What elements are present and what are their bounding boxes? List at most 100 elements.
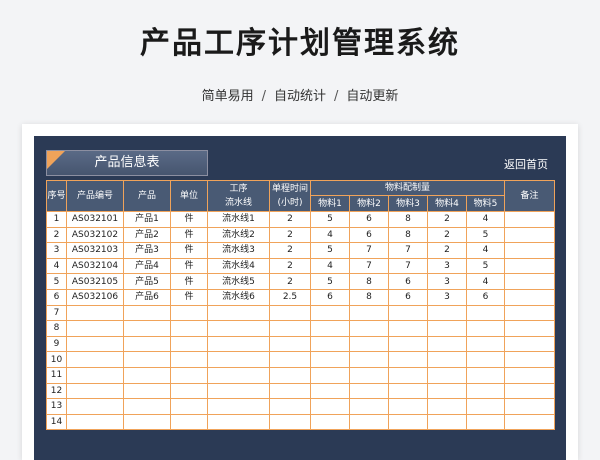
cell-material-5[interactable] (466, 366, 505, 384)
cell-material-1[interactable]: 4 (310, 257, 350, 275)
cell-remark[interactable] (504, 211, 555, 228)
cell-unit[interactable] (170, 351, 208, 368)
cell-unit[interactable] (170, 382, 208, 400)
cell-material-4[interactable] (427, 366, 467, 384)
cell-material-3[interactable] (388, 351, 428, 368)
cell-material-4[interactable] (427, 382, 467, 400)
cell-time[interactable] (269, 320, 311, 337)
cell-unit[interactable] (170, 398, 208, 415)
cell-remark[interactable] (504, 413, 555, 431)
cell-material-5[interactable]: 5 (466, 226, 505, 244)
cell-process[interactable] (207, 398, 270, 415)
cell-product-code[interactable]: AS032103 (66, 242, 124, 259)
cell-seq[interactable]: 12 (46, 382, 67, 400)
cell-product[interactable] (123, 382, 171, 400)
cell-material-5[interactable]: 4 (466, 242, 505, 259)
cell-unit[interactable]: 件 (170, 226, 208, 244)
cell-material-4[interactable]: 2 (427, 226, 467, 244)
back-to-home-link[interactable]: 返回首页 (504, 156, 548, 172)
cell-product[interactable] (123, 304, 171, 322)
cell-unit[interactable] (170, 366, 208, 384)
cell-material-3[interactable] (388, 335, 428, 353)
cell-material-1[interactable]: 5 (310, 211, 350, 228)
cell-material-2[interactable] (349, 398, 389, 415)
cell-material-3[interactable]: 8 (388, 226, 428, 244)
cell-product-code[interactable]: AS032105 (66, 273, 124, 290)
cell-unit[interactable]: 件 (170, 288, 208, 306)
cell-material-2[interactable] (349, 351, 389, 368)
cell-material-4[interactable]: 3 (427, 273, 467, 290)
cell-material-4[interactable]: 3 (427, 257, 467, 275)
cell-seq[interactable]: 8 (46, 320, 67, 337)
cell-material-2[interactable]: 7 (349, 257, 389, 275)
cell-product-code[interactable] (66, 398, 124, 415)
cell-material-2[interactable]: 6 (349, 211, 389, 228)
cell-product-code[interactable]: AS032101 (66, 211, 124, 228)
cell-material-4[interactable] (427, 320, 467, 337)
cell-process[interactable] (207, 351, 270, 368)
cell-material-1[interactable] (310, 382, 350, 400)
cell-unit[interactable] (170, 320, 208, 337)
cell-material-1[interactable] (310, 335, 350, 353)
cell-product[interactable]: 产品5 (123, 273, 171, 290)
cell-seq[interactable]: 6 (46, 288, 67, 306)
cell-material-3[interactable] (388, 366, 428, 384)
cell-process[interactable]: 流水线6 (207, 288, 270, 306)
cell-material-5[interactable]: 6 (466, 288, 505, 306)
cell-material-2[interactable] (349, 304, 389, 322)
cell-product[interactable] (123, 320, 171, 337)
cell-remark[interactable] (504, 366, 555, 384)
cell-material-1[interactable] (310, 366, 350, 384)
cell-remark[interactable] (504, 304, 555, 322)
cell-material-4[interactable]: 2 (427, 242, 467, 259)
cell-unit[interactable]: 件 (170, 242, 208, 259)
cell-material-1[interactable]: 5 (310, 273, 350, 290)
cell-seq[interactable]: 3 (46, 242, 67, 259)
cell-material-5[interactable] (466, 413, 505, 431)
cell-material-2[interactable] (349, 320, 389, 337)
cell-product[interactable]: 产品4 (123, 257, 171, 275)
cell-seq[interactable]: 10 (46, 351, 67, 368)
cell-seq[interactable]: 11 (46, 366, 67, 384)
cell-time[interactable]: 2 (269, 257, 311, 275)
cell-seq[interactable]: 13 (46, 398, 67, 415)
cell-process[interactable] (207, 382, 270, 400)
cell-process[interactable]: 流水线3 (207, 242, 270, 259)
cell-material-3[interactable] (388, 304, 428, 322)
cell-time[interactable] (269, 304, 311, 322)
cell-material-5[interactable] (466, 382, 505, 400)
cell-time[interactable]: 2 (269, 211, 311, 228)
cell-material-5[interactable]: 4 (466, 273, 505, 290)
cell-material-2[interactable]: 8 (349, 288, 389, 306)
cell-material-1[interactable] (310, 413, 350, 431)
cell-product[interactable]: 产品1 (123, 211, 171, 228)
cell-process[interactable]: 流水线2 (207, 226, 270, 244)
cell-seq[interactable]: 9 (46, 335, 67, 353)
cell-material-5[interactable] (466, 398, 505, 415)
cell-seq[interactable]: 1 (46, 211, 67, 228)
cell-material-2[interactable]: 7 (349, 242, 389, 259)
cell-seq[interactable]: 5 (46, 273, 67, 290)
cell-product-code[interactable]: AS032106 (66, 288, 124, 306)
cell-material-3[interactable]: 6 (388, 273, 428, 290)
cell-process[interactable] (207, 304, 270, 322)
cell-material-4[interactable]: 2 (427, 211, 467, 228)
cell-seq[interactable]: 2 (46, 226, 67, 244)
cell-material-4[interactable] (427, 351, 467, 368)
cell-time[interactable] (269, 382, 311, 400)
cell-material-3[interactable]: 7 (388, 242, 428, 259)
cell-material-1[interactable] (310, 351, 350, 368)
cell-unit[interactable] (170, 335, 208, 353)
cell-product[interactable] (123, 366, 171, 384)
cell-material-1[interactable]: 5 (310, 242, 350, 259)
cell-time[interactable] (269, 351, 311, 368)
cell-material-4[interactable] (427, 304, 467, 322)
cell-product[interactable] (123, 398, 171, 415)
cell-product-code[interactable] (66, 351, 124, 368)
cell-remark[interactable] (504, 257, 555, 275)
cell-seq[interactable]: 4 (46, 257, 67, 275)
cell-unit[interactable]: 件 (170, 257, 208, 275)
cell-product-code[interactable] (66, 304, 124, 322)
cell-remark[interactable] (504, 242, 555, 259)
cell-material-4[interactable] (427, 335, 467, 353)
